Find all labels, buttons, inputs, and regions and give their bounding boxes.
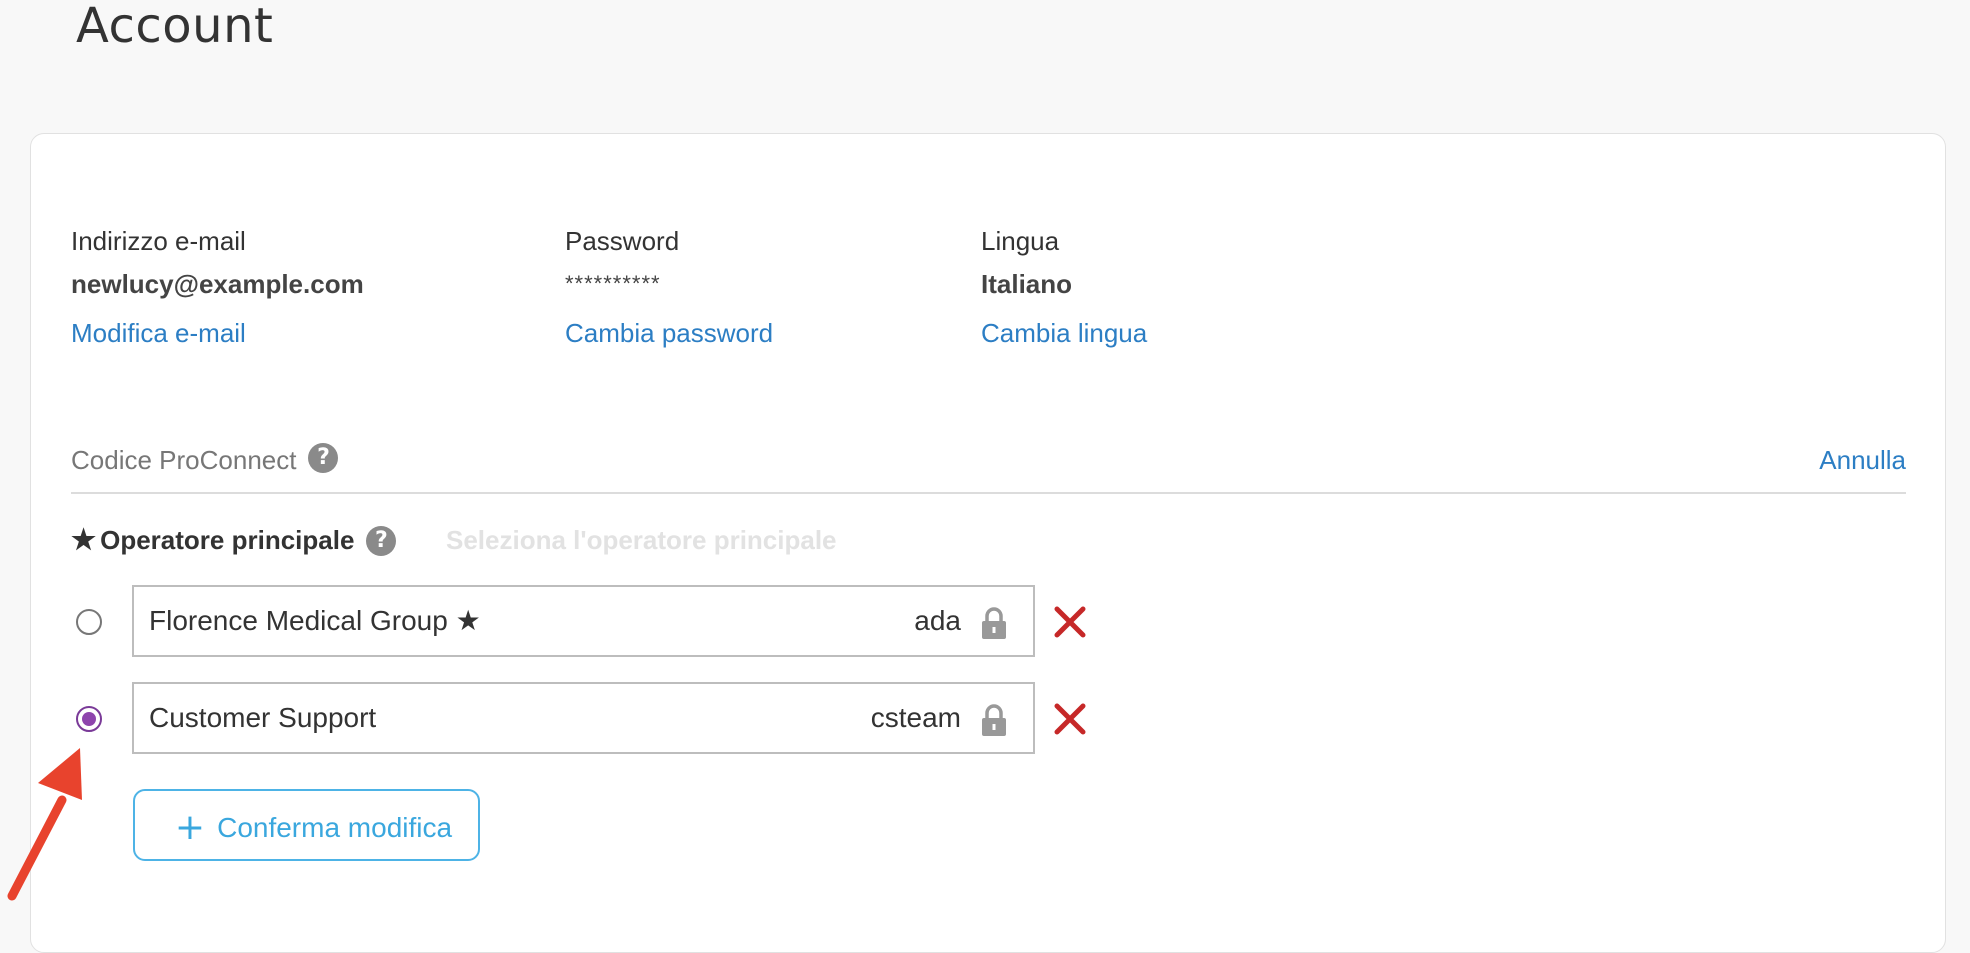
operator-code-1: ada [914,605,961,636]
email-field-group: Indirizzo e-mail newlucy@example.com Mod… [71,223,364,351]
primary-operator-hint: Seleziona l'operatore principale [446,525,837,555]
change-language-link[interactable]: Cambia lingua [981,315,1147,351]
delete-operator-1-icon[interactable] [1052,604,1088,640]
operator-row-1: Florence Medical Group ★ ada [132,585,1035,657]
proconnect-help-icon[interactable]: ? [308,443,339,474]
operator-name-2: Customer Support [149,702,377,733]
primary-operator-header: ★ Operatore principale? Seleziona l'opera… [71,522,837,560]
primary-operator-help-icon[interactable]: ? [366,525,397,556]
primary-operator-title: ★ Operatore principale [71,524,355,555]
cancel-link[interactable]: Annulla [1819,442,1906,478]
plus-icon: + [174,807,206,848]
annotation-arrow-icon [7,748,82,901]
confirm-change-button[interactable]: + Conferma modifica [133,789,480,861]
operator-name-1: Florence Medical Group ★ [149,605,481,636]
confirm-change-label: Conferma modifica [217,812,453,843]
delete-operator-2-icon[interactable] [1052,701,1088,737]
proconnect-title-text: Codice ProConnect [71,445,297,475]
proconnect-title: Codice ProConnect? [71,442,339,478]
language-label: Lingua [981,226,1060,256]
proconnect-section-header: Codice ProConnect? Annulla [71,438,1906,494]
operator-radio-1[interactable] [76,609,102,635]
edit-email-link[interactable]: Modifica e-mail [71,315,246,351]
language-field-group: Lingua Italiano Cambia lingua [981,223,1147,351]
lock-icon [982,607,1006,639]
page-title: Account [76,0,274,54]
lock-icon [982,704,1006,736]
language-value: Italiano [981,269,1073,299]
change-password-link[interactable]: Cambia password [565,315,773,351]
password-label: Password [565,226,680,256]
password-field-group: Password ********** Cambia password [565,223,773,351]
email-value: newlucy@example.com [71,269,364,299]
star-icon: ★ [71,524,97,555]
email-label: Indirizzo e-mail [71,226,246,256]
primary-operator-title-text: Operatore principale [100,525,355,555]
operator-radio-2[interactable] [76,706,102,732]
operator-row-2: Customer Support csteam [132,682,1035,754]
password-value: ********** [565,271,661,296]
operator-code-2: csteam [870,702,961,733]
